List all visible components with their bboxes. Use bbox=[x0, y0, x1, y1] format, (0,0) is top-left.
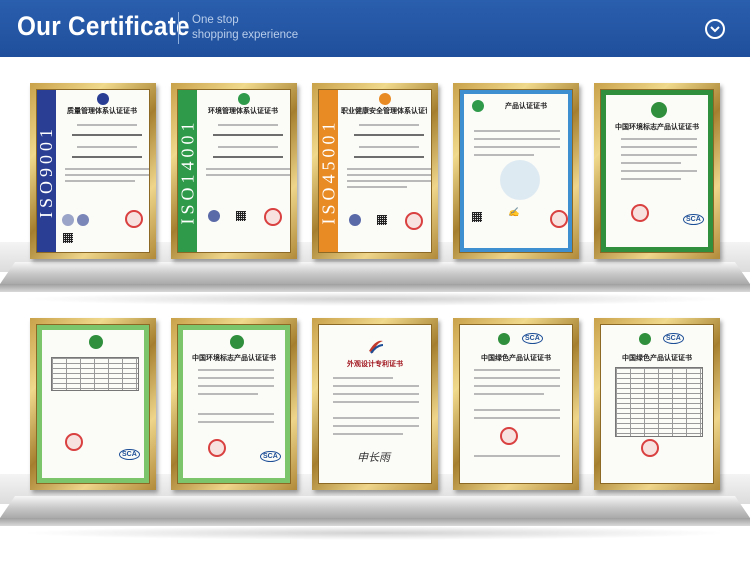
certifier-mark-icon bbox=[349, 214, 361, 226]
sca-stamp: SCA bbox=[119, 449, 140, 460]
red-seal-icon bbox=[65, 433, 83, 451]
shelf-2 bbox=[0, 496, 750, 518]
shelf-edge-1 bbox=[0, 284, 750, 292]
cnas-logo-icon bbox=[77, 214, 89, 226]
chevron-down-circle-icon[interactable] bbox=[705, 19, 725, 39]
cqc-logo-icon bbox=[472, 100, 484, 112]
certificate-iso14001[interactable]: ISO14001 环境管理体系认证证书 bbox=[171, 83, 297, 259]
certificate-product[interactable]: 产品认证证书 ✍ bbox=[453, 83, 579, 259]
environmental-label-logo-icon bbox=[89, 335, 103, 349]
product-table bbox=[615, 367, 703, 437]
certifier-logo-icon bbox=[379, 93, 391, 105]
product-table bbox=[51, 357, 139, 391]
iso-band-text: ISO14001 bbox=[177, 117, 198, 225]
red-seal-icon bbox=[641, 439, 659, 457]
red-seal-icon bbox=[125, 210, 143, 228]
certificate-environmental-label[interactable]: 中国环境标志产品认证证书 SCA bbox=[594, 83, 720, 259]
sca-stamp: SCA bbox=[260, 451, 281, 462]
qr-code-icon bbox=[472, 212, 482, 222]
certificate-design-patent[interactable]: 外观设计专利证书 申长雨 bbox=[312, 318, 438, 490]
shelf-shadow-2 bbox=[20, 526, 730, 540]
environmental-label-logo-icon bbox=[230, 335, 244, 349]
watermark-icon bbox=[500, 160, 540, 200]
certificate-title: 中国绿色产品认证证书 bbox=[481, 354, 551, 362]
header-divider bbox=[178, 12, 179, 44]
sca-logo: SCA bbox=[663, 333, 684, 344]
iso-band-text: ISO9001 bbox=[36, 124, 57, 218]
red-seal-icon bbox=[264, 208, 282, 226]
patent-office-logo-icon bbox=[369, 340, 384, 354]
shelf-edge-2 bbox=[0, 518, 750, 526]
certificate-environmental-label-2[interactable]: 中国环境标志产品认证证书 SCA bbox=[171, 318, 297, 490]
signature: 申长雨 bbox=[357, 451, 390, 464]
certificate-title: 质量管理体系认证证书 bbox=[67, 107, 137, 115]
certificate-title: 外观设计专利证书 bbox=[347, 360, 403, 368]
green-product-logo-icon bbox=[498, 333, 510, 345]
red-seal-icon bbox=[208, 439, 226, 457]
sca-logo: SCA bbox=[522, 333, 543, 344]
header-banner: Our Certificate One stop shopping experi… bbox=[0, 0, 750, 57]
certificate-title: 职业健康安全管理体系认证证书 bbox=[341, 107, 427, 115]
red-seal-icon bbox=[405, 212, 423, 230]
certifier-mark-icon bbox=[208, 210, 220, 222]
header-subtitle-line2: shopping experience bbox=[192, 29, 299, 41]
iso-band-text: ISO45001 bbox=[318, 117, 339, 225]
certificate-environmental-label-appendix[interactable]: SCA bbox=[30, 318, 156, 490]
qr-code-icon bbox=[63, 233, 73, 243]
environmental-label-logo-icon bbox=[651, 102, 667, 118]
header-subtitle-line1: One stop bbox=[192, 14, 239, 26]
qr-code-icon bbox=[377, 215, 387, 225]
certificate-iso45001[interactable]: ISO45001 职业健康安全管理体系认证证书 bbox=[312, 83, 438, 259]
certificate-title: 中国环境标志产品认证证书 bbox=[192, 354, 276, 362]
certificate-iso9001[interactable]: ISO9001 质量管理体系认证证书 bbox=[30, 83, 156, 259]
certificate-green-product-2[interactable]: SCA 中国绿色产品认证证书 bbox=[594, 318, 720, 490]
signature: ✍ bbox=[508, 208, 520, 218]
certificate-title: 中国绿色产品认证证书 bbox=[622, 354, 692, 362]
certificate-title: 中国环境标志产品认证证书 bbox=[615, 123, 699, 131]
certificate-title: 产品认证证书 bbox=[505, 102, 547, 110]
sca-stamp: SCA bbox=[683, 214, 704, 225]
certificate-title: 环境管理体系认证证书 bbox=[208, 107, 278, 115]
green-product-logo-icon bbox=[639, 333, 651, 345]
page-title: Our Certificate bbox=[17, 11, 190, 41]
shelf-1 bbox=[0, 262, 750, 284]
certifier-logo-icon bbox=[238, 93, 250, 105]
red-seal-icon bbox=[631, 204, 649, 222]
red-seal-icon bbox=[550, 210, 568, 228]
iaf-logo-icon bbox=[62, 214, 74, 226]
red-seal-icon bbox=[500, 427, 518, 445]
qr-code-icon bbox=[236, 211, 246, 221]
certifier-logo-icon bbox=[97, 93, 109, 105]
certificate-green-product-1[interactable]: SCA 中国绿色产品认证证书 bbox=[453, 318, 579, 490]
shelf-shadow-1 bbox=[20, 292, 730, 306]
